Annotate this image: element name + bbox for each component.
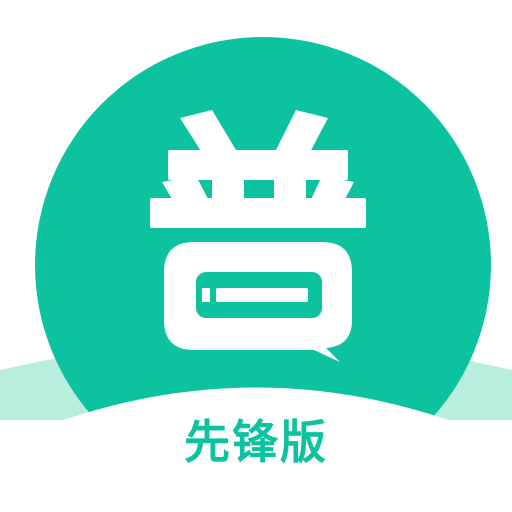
edition-label: 先锋版 — [184, 415, 328, 469]
speech-bubble-dot — [202, 288, 210, 302]
app-icon: 普 先锋版 — [0, 0, 512, 512]
glyph-stroke-horizontal-top — [168, 150, 348, 180]
glyph-stroke-horizontal-long — [150, 198, 366, 228]
speech-bubble-bar — [216, 288, 308, 302]
